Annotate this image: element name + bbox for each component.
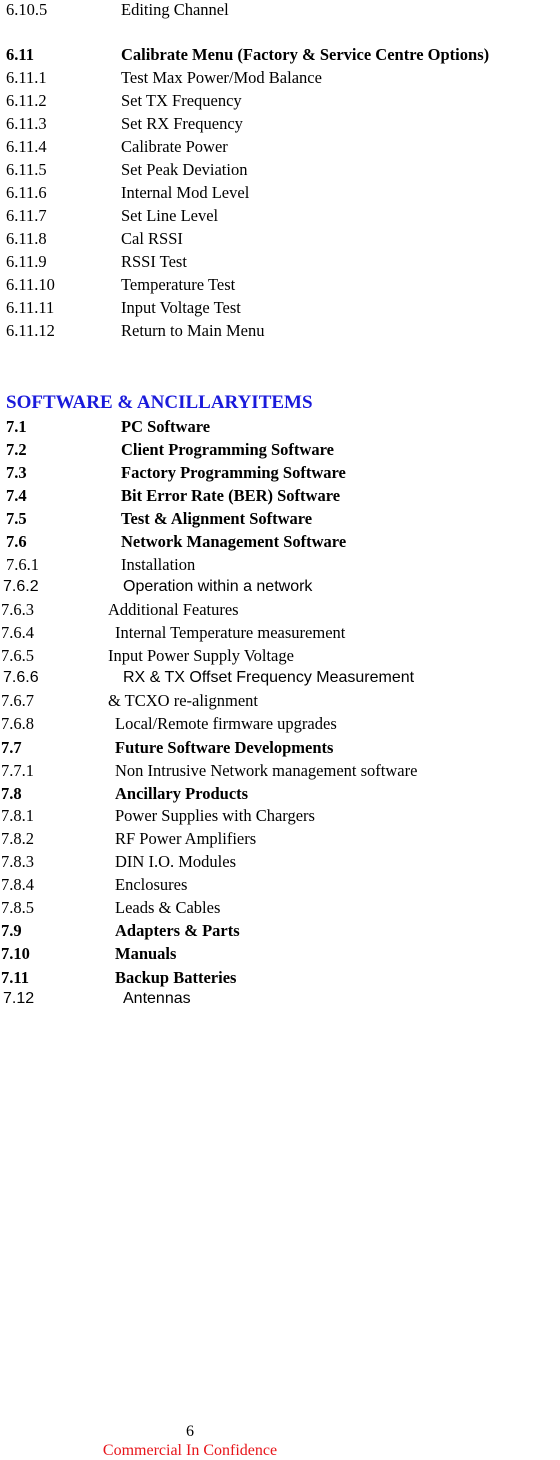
toc-entry-number: 7.6.4	[1, 623, 34, 642]
toc-entry-title: Internal Temperature measurement	[115, 623, 346, 642]
toc-entry-title: Local/Remote firmware upgrades	[115, 714, 337, 733]
page-number: 6	[186, 1423, 194, 1440]
toc-entry-title: Set Line Level	[121, 206, 219, 225]
toc-entry-title: Ancillary Products	[115, 784, 249, 803]
toc-entry-number: 6.11.11	[6, 298, 55, 317]
toc-entry-title: Network Management Software	[121, 532, 347, 551]
toc-entry-title: Set TX Frequency	[121, 91, 242, 110]
toc-entry-number: 6.11.5	[6, 160, 47, 179]
toc-entry-number: 7.1	[6, 417, 27, 436]
toc-entry-title: Test Max Power/Mod Balance	[121, 68, 322, 87]
toc-entry-number: 6.11.12	[6, 321, 55, 340]
toc-entry-title: DIN I.O. Modules	[115, 852, 236, 871]
toc-entry-number: 6.11.6	[6, 183, 47, 202]
toc-entry-number: 7.2	[6, 440, 27, 459]
toc-entry-number: 7.6.8	[1, 714, 34, 733]
section-title: SOFTWARE & ANCILLARYITEMS	[6, 392, 313, 413]
toc-entry-number: 7.11	[1, 968, 29, 987]
toc-entry-title: Bit Error Rate (BER) Software	[121, 486, 341, 505]
toc-entry-number: 6.11.8	[6, 229, 47, 248]
toc-entry-number: 7.4	[6, 486, 27, 505]
confidentiality-notice: Commercial In Confidence	[102, 1442, 278, 1459]
toc-entry-title: Operation within a network	[123, 578, 313, 595]
toc-entry-title: Leads & Cables	[115, 898, 221, 917]
toc-entry-title: Adapters & Parts	[115, 921, 240, 940]
toc-entry-title: RF Power Amplifiers	[115, 829, 257, 848]
toc-entry-title: Calibrate Power	[121, 137, 228, 156]
toc-entry-title: Installation	[121, 555, 196, 574]
toc-entry-number: 6.11.2	[6, 91, 47, 110]
toc-entry-number: 7.10	[1, 944, 30, 963]
toc-entry-number: 7.6.6	[3, 669, 39, 686]
toc-entry-title: Future Software Developments	[115, 738, 334, 757]
toc-entry-title: RSSI Test	[121, 252, 187, 271]
toc-entry-number: 7.6.3	[1, 600, 34, 619]
toc-entry-number: 7.12	[3, 990, 35, 1007]
toc-entry-title: Set Peak Deviation	[121, 160, 248, 179]
toc-entry-title: Additional Features	[108, 600, 239, 619]
toc-entry-number: 7.8.4	[1, 875, 34, 894]
toc-entry-title: Input Power Supply Voltage	[108, 646, 294, 665]
toc-entry-number: 7.8.1	[1, 806, 34, 825]
toc-entry-title: Factory Programming Software	[121, 463, 346, 482]
toc-entry-title: Non Intrusive Network management softwar…	[115, 761, 418, 780]
toc-entry-number: 6.11.7	[6, 206, 47, 225]
toc-entry-title: RX & TX Offset Frequency Measurement	[123, 669, 415, 686]
toc-entry-title: Backup Batteries	[115, 968, 237, 987]
toc-entry-title: Power Supplies with Chargers	[115, 806, 315, 825]
toc-entry-number: 7.6.1	[6, 555, 39, 574]
toc-entry-number: 7.6	[6, 532, 27, 551]
toc-entry-number: 7.9	[1, 921, 22, 940]
toc-entry-number: 7.3	[6, 463, 27, 482]
toc-entry-title: Return to Main Menu	[121, 321, 265, 340]
toc-entry-number: 6.11.4	[6, 137, 47, 156]
toc-entry-title: Internal Mod Level	[121, 183, 250, 202]
toc-entry-title: PC Software	[121, 417, 211, 436]
toc-heading-number: 6.11	[6, 45, 34, 64]
toc-entry-title: Set RX Frequency	[121, 114, 243, 133]
toc-entry-number: 7.8	[1, 784, 22, 803]
toc-entry-number: 7.8.3	[1, 852, 34, 871]
toc-entry-title: Cal RSSI	[121, 229, 183, 248]
toc-entry-number: 7.6.5	[1, 646, 34, 665]
toc-entry-title: Input Voltage Test	[121, 298, 241, 317]
toc-entry-number: 6.11.10	[6, 275, 55, 294]
toc-heading-title: Calibrate Menu (Factory & Service Centre…	[121, 45, 490, 64]
toc-entry-number: 7.8.5	[1, 898, 34, 917]
toc-entry-title: Editing Channel	[121, 0, 229, 19]
toc-entry-number: 6.11.9	[6, 252, 47, 271]
toc-entry-title: Manuals	[115, 944, 177, 963]
toc-entry-number: 7.5	[6, 509, 27, 528]
toc-entry-number: 7.8.2	[1, 829, 34, 848]
toc-entry-title: & TCXO re-alignment	[108, 691, 258, 710]
toc-entry-number: 6.10.5	[6, 0, 48, 19]
toc-entry-number: 6.11.1	[6, 68, 47, 87]
toc-entry-title: Enclosures	[115, 875, 188, 894]
toc-entry-number: 7.6.7	[1, 691, 34, 710]
toc-entry-title: Antennas	[123, 990, 191, 1007]
toc-entry-number: 7.6.2	[3, 578, 39, 595]
toc-entry-title: Test & Alignment Software	[121, 509, 313, 528]
toc-entry-title: Temperature Test	[121, 275, 236, 294]
toc-entry-title: Client Programming Software	[121, 440, 334, 459]
toc-entry-number: 7.7.1	[1, 761, 34, 780]
toc-entry-number: 6.11.3	[6, 114, 47, 133]
toc-entry-number: 7.7	[1, 738, 22, 757]
